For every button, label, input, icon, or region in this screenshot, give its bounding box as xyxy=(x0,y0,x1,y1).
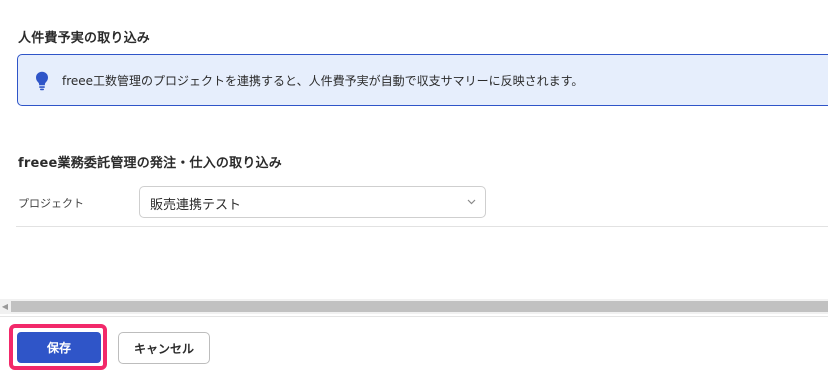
cancel-button[interactable]: キャンセル xyxy=(118,332,210,364)
save-button[interactable]: 保存 xyxy=(17,332,101,363)
divider xyxy=(16,226,828,227)
footer-divider xyxy=(0,316,828,317)
horizontal-scrollbar[interactable]: ◀ xyxy=(0,299,828,314)
info-banner: freee工数管理のプロジェクトを連携すると、人件費予実が自動で収支サマリーに反… xyxy=(17,54,828,106)
page: 人件費予実の取り込み freee工数管理のプロジェクトを連携すると、人件費予実が… xyxy=(0,0,828,375)
outsourcing-import-title: freee業務委託管理の発注・仕入の取り込み xyxy=(18,156,282,171)
project-select-value: 販売連携テスト xyxy=(150,198,242,213)
chevron-down-icon xyxy=(467,199,476,205)
scrollbar-thumb[interactable] xyxy=(11,301,828,312)
project-select[interactable]: 販売連携テスト xyxy=(139,186,486,218)
lightbulb-icon xyxy=(36,71,48,91)
personnel-import-title: 人件費予実の取り込み xyxy=(18,31,151,46)
scroll-left-arrow-icon[interactable]: ◀ xyxy=(0,299,10,314)
project-label: プロジェクト xyxy=(18,197,84,210)
info-message: freee工数管理のプロジェクトを連携すると、人件費予実が自動で収支サマリーに反… xyxy=(62,74,584,88)
